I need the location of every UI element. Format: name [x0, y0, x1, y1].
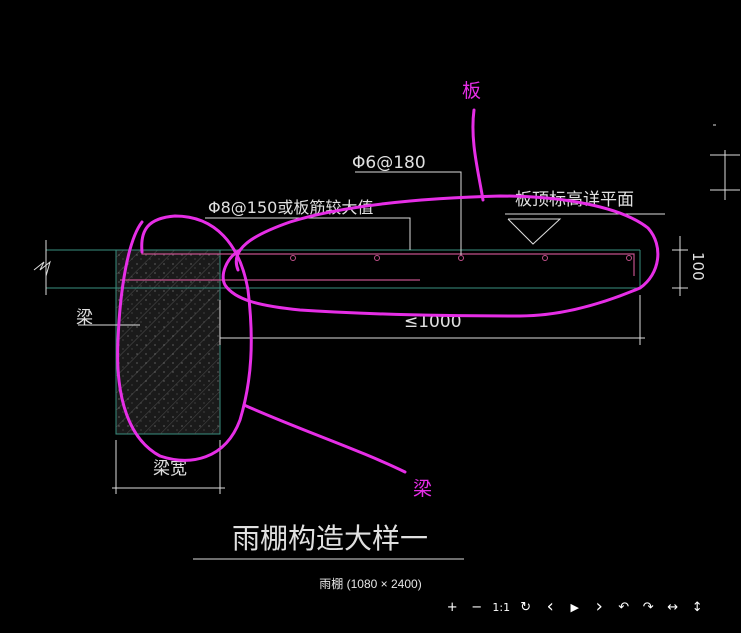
slab-annotation: 板 [462, 80, 481, 102]
zoom-in-icon: + [446, 599, 458, 615]
flip-horizontal-icon: ↔ [667, 599, 679, 615]
drawing-title: 雨棚构造大样一 [232, 522, 428, 555]
chevron-right-icon: › [595, 596, 603, 617]
rotate-right-button[interactable]: ↷ [636, 596, 661, 618]
actual-size-icon: 1:1 [492, 600, 511, 614]
beam-section [115, 249, 221, 435]
chevron-left-icon: ‹ [546, 596, 554, 617]
zoom-in-button[interactable]: + [440, 596, 465, 618]
viewer-controls: + − 1:1 ↻ ‹ ▶ › ↶ ↷ ↔ ↕ [440, 596, 710, 618]
break-symbol [33, 260, 51, 277]
rotate-left-button[interactable]: ↶ [612, 596, 637, 618]
flip-horizontal-button[interactable]: ↔ [661, 596, 686, 618]
beam-label: 梁 [76, 308, 93, 328]
cad-drawing: Φ6@180 Φ8@150或板筋较大值 板顶标高详平面 100 ≤1000 梁 … [33, 80, 740, 560]
rebar-top-label: Φ6@180 [352, 153, 426, 173]
beam-annotation: 梁 [413, 478, 432, 500]
zoom-out-button[interactable]: − [465, 596, 490, 618]
viewer-toolbar: 雨棚 (1080 × 2400) + − 1:1 ↻ ‹ ▶ › ↶ ↷ ↔ ↕ [0, 570, 741, 633]
rotate-right-icon: ↷ [642, 599, 654, 615]
beam-width-label: 梁宽 [153, 459, 187, 479]
rotate-left-icon: ↶ [618, 599, 630, 615]
image-viewer: Φ6@180 Φ8@150或板筋较大值 板顶标高详平面 100 ≤1000 梁 … [0, 0, 741, 633]
actual-size-button[interactable]: 1:1 [489, 596, 514, 618]
slab-top-note: 板顶标高详平面 [515, 190, 634, 210]
flip-vertical-icon: ↕ [691, 599, 703, 615]
image-caption: 雨棚 (1080 × 2400) [319, 577, 422, 591]
previous-button[interactable]: ‹ [538, 596, 563, 618]
reset-button[interactable]: ↻ [514, 596, 539, 618]
annotation-text: 板 梁 [413, 80, 481, 500]
reset-icon: ↻ [520, 599, 532, 615]
play-icon: ▶ [570, 600, 579, 614]
flip-vertical-button[interactable]: ↕ [685, 596, 710, 618]
rebar-dots [290, 255, 632, 261]
play-button[interactable]: ▶ [563, 596, 588, 618]
thickness-label: 100 [689, 252, 707, 281]
next-button[interactable]: › [587, 596, 612, 618]
zoom-out-icon: − [471, 599, 483, 615]
